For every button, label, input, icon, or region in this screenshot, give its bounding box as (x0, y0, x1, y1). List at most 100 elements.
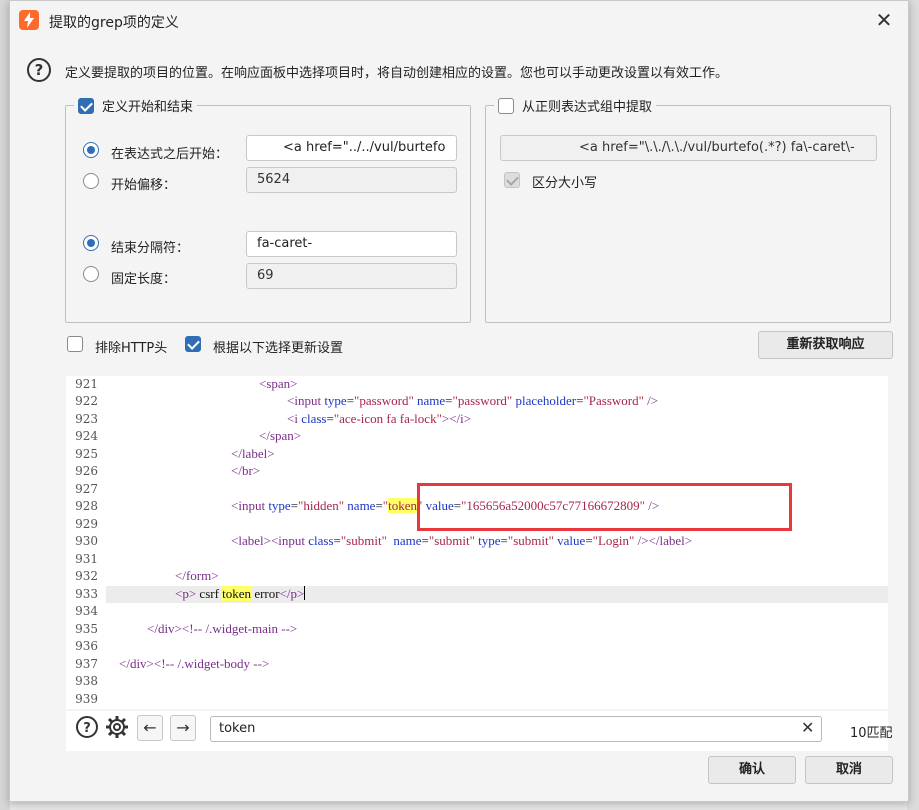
code-token: class (301, 411, 327, 426)
search-match-highlight: token (222, 586, 252, 601)
line-number: 937 (75, 657, 98, 671)
code-token: type (268, 498, 291, 513)
clear-search-icon[interactable]: ✕ (801, 720, 814, 736)
regex-field[interactable]: <a href="\.\./\.\./vul/burtefo(.*?) fa\-… (500, 135, 877, 161)
code-token: </label> (231, 446, 275, 461)
start-offset-label: 开始偏移： (111, 178, 177, 193)
code-token: = (445, 393, 453, 408)
code-line-935: </div><!-- /.widget-main --> (113, 621, 297, 637)
line-number: 926 (75, 464, 98, 478)
code-token: "ace-icon fa fa-lock" (333, 411, 442, 426)
code-token: "submit" (428, 533, 475, 548)
start-after-field[interactable]: <a href="../../vul/burtefo (246, 135, 457, 161)
code-token: <input (270, 533, 309, 548)
line-number: 931 (75, 552, 98, 566)
line-number: 934 (75, 604, 98, 618)
code-token: </div> (119, 656, 154, 671)
search-match-highlight: token (388, 498, 417, 513)
start-offset-field[interactable]: 5624 (246, 167, 457, 193)
code-line-924: </span> (113, 428, 301, 444)
code-token: = (333, 533, 341, 548)
exclude-http-headers-checkbox[interactable] (67, 336, 83, 352)
code-line-923: <i class="ace-icon fa fa-lock"></i> (113, 411, 471, 427)
search-bar: ? ← → token ✕ 10匹配 (66, 711, 893, 751)
define-start-end-checkbox[interactable] (78, 97, 94, 114)
code-token: = (326, 411, 334, 426)
code-token: = (375, 498, 383, 513)
line-number: 921 (75, 377, 98, 391)
code-line-937: </div><!-- /.widget-body --> (113, 656, 269, 672)
code-token: error (251, 586, 280, 601)
code-token: /> (643, 393, 659, 408)
code-token: </form> (175, 568, 219, 583)
code-token: = (421, 533, 429, 548)
update-from-selection-checkbox[interactable] (185, 336, 201, 352)
code-token: = (346, 393, 355, 408)
code-token: = (585, 533, 593, 548)
ok-button[interactable]: 确认 (708, 756, 796, 784)
line-number: 939 (75, 692, 98, 706)
search-settings-gear-icon[interactable] (104, 715, 130, 741)
line-number: 925 (75, 447, 98, 461)
code-token: type (474, 533, 501, 548)
cancel-button[interactable]: 取消 (805, 756, 893, 784)
code-token: "password" (354, 393, 414, 408)
define-start-end-legend: 定义开始和结束 (74, 96, 198, 115)
end-delimiter-field[interactable]: fa-caret- (246, 231, 457, 257)
next-match-arrow-right-icon[interactable]: → (170, 715, 196, 741)
help-description: 定义要提取的项目的位置。在响应面板中选择项目时，将自动创建相应的设置。您也可以手… (65, 66, 729, 81)
line-number: 930 (75, 534, 98, 548)
help-icon[interactable]: ? (27, 58, 51, 82)
code-token: name (344, 498, 376, 513)
fixed-length-field[interactable]: 69 (246, 263, 457, 289)
end-delimiter-label: 结束分隔符： (111, 241, 190, 256)
line-number: 936 (75, 639, 98, 653)
code-line-933: <p> csrf token error</p> (113, 586, 306, 602)
end-delimiter-radio[interactable] (83, 235, 99, 251)
code-token: value (553, 533, 586, 548)
code-token: /></label> (634, 533, 693, 548)
code-line-932: </form> (113, 568, 219, 584)
code-line-921: <span> (113, 376, 298, 392)
line-number: 927 (75, 482, 98, 496)
code-token: "hidden" (298, 498, 345, 513)
regex-group-checkbox[interactable] (498, 97, 514, 114)
code-token: placeholder (512, 393, 577, 408)
refetch-response-button[interactable]: 重新获取响应 (758, 331, 893, 359)
code-token: type (324, 393, 347, 408)
fixed-length-radio[interactable] (83, 266, 99, 282)
search-help-icon[interactable]: ? (74, 715, 100, 741)
start-offset-radio[interactable] (83, 173, 99, 189)
case-sensitive-label: 区分大小写 (532, 176, 598, 191)
code-comment: <!-- /.widget-main --> (181, 621, 298, 636)
code-token: <input (231, 498, 269, 513)
code-token: "submit" (507, 533, 554, 548)
search-input[interactable]: token (210, 716, 822, 742)
start-after-radio[interactable] (83, 142, 99, 158)
code-token: "submit" (340, 533, 387, 548)
code-token: class (308, 533, 334, 548)
regex-group-label: 从正则表达式组中提取 (522, 100, 653, 115)
window-title: 提取的grep项的定义 (49, 15, 179, 31)
code-token: <label> (231, 533, 271, 548)
line-number: 929 (75, 517, 98, 531)
code-token: = (290, 498, 299, 513)
previous-match-arrow-left-icon[interactable]: ← (137, 715, 163, 741)
regex-group-legend: 从正则表达式组中提取 (494, 96, 657, 115)
line-number: 935 (75, 622, 98, 636)
line-number: 933 (75, 587, 98, 601)
code-token: "password" (452, 393, 513, 408)
code-line-930: <label><input class="submit" name="submi… (113, 533, 692, 549)
code-token: = (500, 533, 508, 548)
line-number: 923 (75, 412, 98, 426)
code-token: <p> (175, 586, 197, 601)
line-number: 922 (75, 394, 98, 408)
title-bar: 提取的grep项的定义 ✕ (10, 1, 908, 41)
update-from-selection-label: 根据以下选择更新设置 (213, 341, 344, 356)
close-icon[interactable]: ✕ (874, 10, 894, 31)
grep-extract-dialog: 提取的grep项的定义 ✕ ? 定义要提取的项目的位置。在响应面板中选择项目时，… (9, 0, 909, 802)
code-token: name (413, 393, 446, 408)
response-editor[interactable]: 921 922 923 924 925 926 927 928 929 930 … (66, 376, 888, 709)
case-sensitive-checkbox[interactable] (504, 172, 520, 188)
start-after-label: 在表达式之后开始： (111, 147, 229, 162)
